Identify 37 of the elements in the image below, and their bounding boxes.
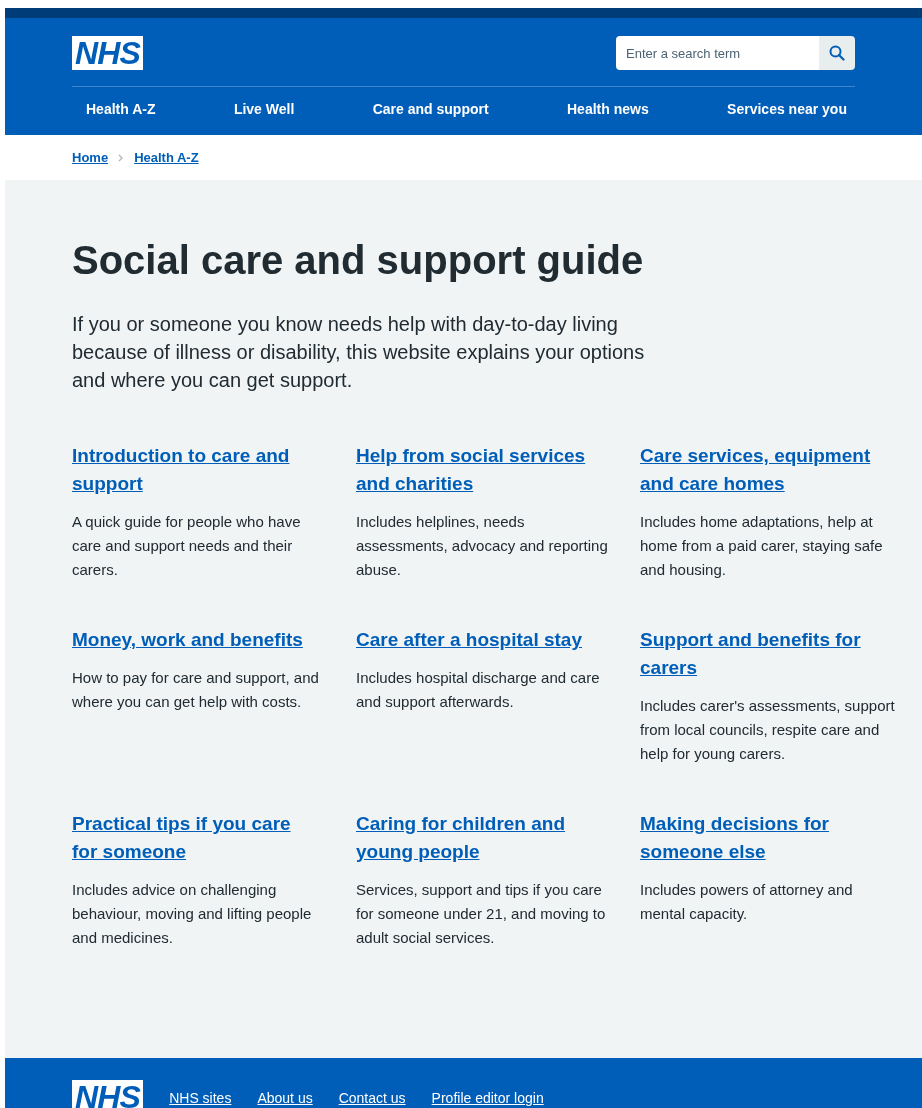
page-title: Social care and support guide: [72, 237, 645, 284]
card-description: How to pay for care and support, and where you can get help with costs.: [72, 668, 320, 712]
card-title-link[interactable]: Caring for children and young people: [356, 810, 601, 866]
card-title-link[interactable]: Support and benefits for carers: [640, 626, 885, 682]
search-icon: [829, 45, 845, 61]
nav-link[interactable]: Health A-Z: [86, 99, 156, 120]
search-field[interactable]: Enter a search term: [616, 36, 819, 70]
card-description: Includes advice on challenging behaviour, moving and lifting people and medicines.: [72, 880, 313, 948]
card-description: Includes helplines, needs assessments, advocacy and reporting abuse.: [356, 512, 609, 580]
footer-link[interactable]: About us: [257, 1088, 313, 1108]
breadcrumb-link[interactable]: Health A-Z: [134, 147, 199, 168]
card-description: Includes carer's assessments, support from local councils, respite care and help for young carers.: [640, 696, 895, 764]
nav-link[interactable]: Care and support: [372, 99, 489, 120]
card-description: Includes home adaptations, help at home from a paid carer, staying safe and housing.: [640, 512, 884, 580]
card-description: Services, support and tips if you care for someone under 21, and moving to adult social services.: [356, 880, 607, 948]
nhs-logo[interactable]: NHS: [72, 36, 144, 70]
nav-link[interactable]: Services near you: [727, 99, 847, 120]
card-description: A quick guide for people who have care and support needs and their carers.: [72, 512, 302, 580]
lead-paragraph: If you or someone you know needs help with day-to-day living because of illness or disability, this website explains your options and where you can get support.: [72, 312, 646, 393]
card-title-link[interactable]: Introduction to care and support: [72, 442, 317, 498]
card-title-link[interactable]: Making decisions for someone else: [640, 810, 885, 866]
card-title-link[interactable]: Money, work and benefits: [72, 626, 317, 654]
footer-link[interactable]: Contact us: [338, 1088, 406, 1108]
chevron-icon: [118, 153, 125, 162]
card-description: Includes hospital discharge and care and support afterwards.: [356, 668, 601, 712]
card-title-link[interactable]: Help from social services and charities: [356, 442, 601, 498]
search-button[interactable]: [819, 36, 855, 70]
footer-link[interactable]: NHS sites: [169, 1088, 232, 1108]
card-title-link[interactable]: Care services, equipment and care homes: [640, 442, 885, 498]
nav-link[interactable]: Live Well: [233, 99, 295, 120]
nhs-logo[interactable]: NHS: [72, 1080, 144, 1108]
footer-link[interactable]: Profile editor login: [431, 1088, 544, 1108]
card-description: Includes powers of attorney and mental capacity.: [640, 880, 854, 924]
card-title-link[interactable]: Care after a hospital stay: [356, 626, 601, 654]
nav-link[interactable]: Health news: [567, 99, 649, 120]
breadcrumb-link[interactable]: Home: [72, 147, 109, 168]
card-title-link[interactable]: Practical tips if you care for someone: [72, 810, 317, 866]
